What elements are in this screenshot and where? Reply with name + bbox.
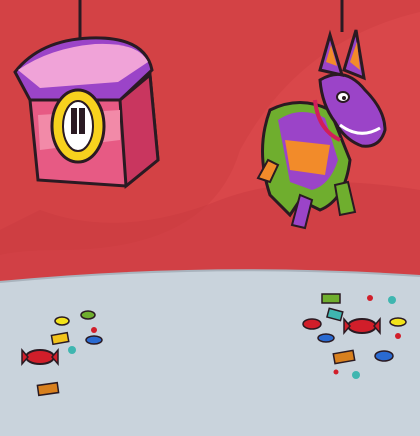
candy-yellow-block <box>50 331 70 346</box>
candy-teal-dot-3 <box>352 371 360 379</box>
candy-red-dot-2 <box>367 295 373 301</box>
party-room-scene <box>0 0 420 436</box>
candy-yellow-right <box>389 317 407 327</box>
candy-yellow <box>54 316 70 326</box>
candy-teal-dot <box>68 346 76 354</box>
candy-red-dot <box>91 327 97 333</box>
candy-orange-block <box>36 381 60 397</box>
scene-canvas <box>0 0 420 436</box>
floor <box>0 270 420 436</box>
puffle-pinata[interactable] <box>13 36 160 189</box>
candy-red-dot-4 <box>333 369 339 375</box>
candy-green-block <box>321 293 341 304</box>
candy-green <box>80 310 96 320</box>
candy-blue <box>85 335 103 345</box>
candy-blue-right-2 <box>374 350 394 362</box>
candy-red-dot-3 <box>395 333 401 339</box>
candy-blue-right <box>317 333 335 343</box>
candy-red-small <box>302 318 322 330</box>
candy-teal-dot-2 <box>388 296 396 304</box>
